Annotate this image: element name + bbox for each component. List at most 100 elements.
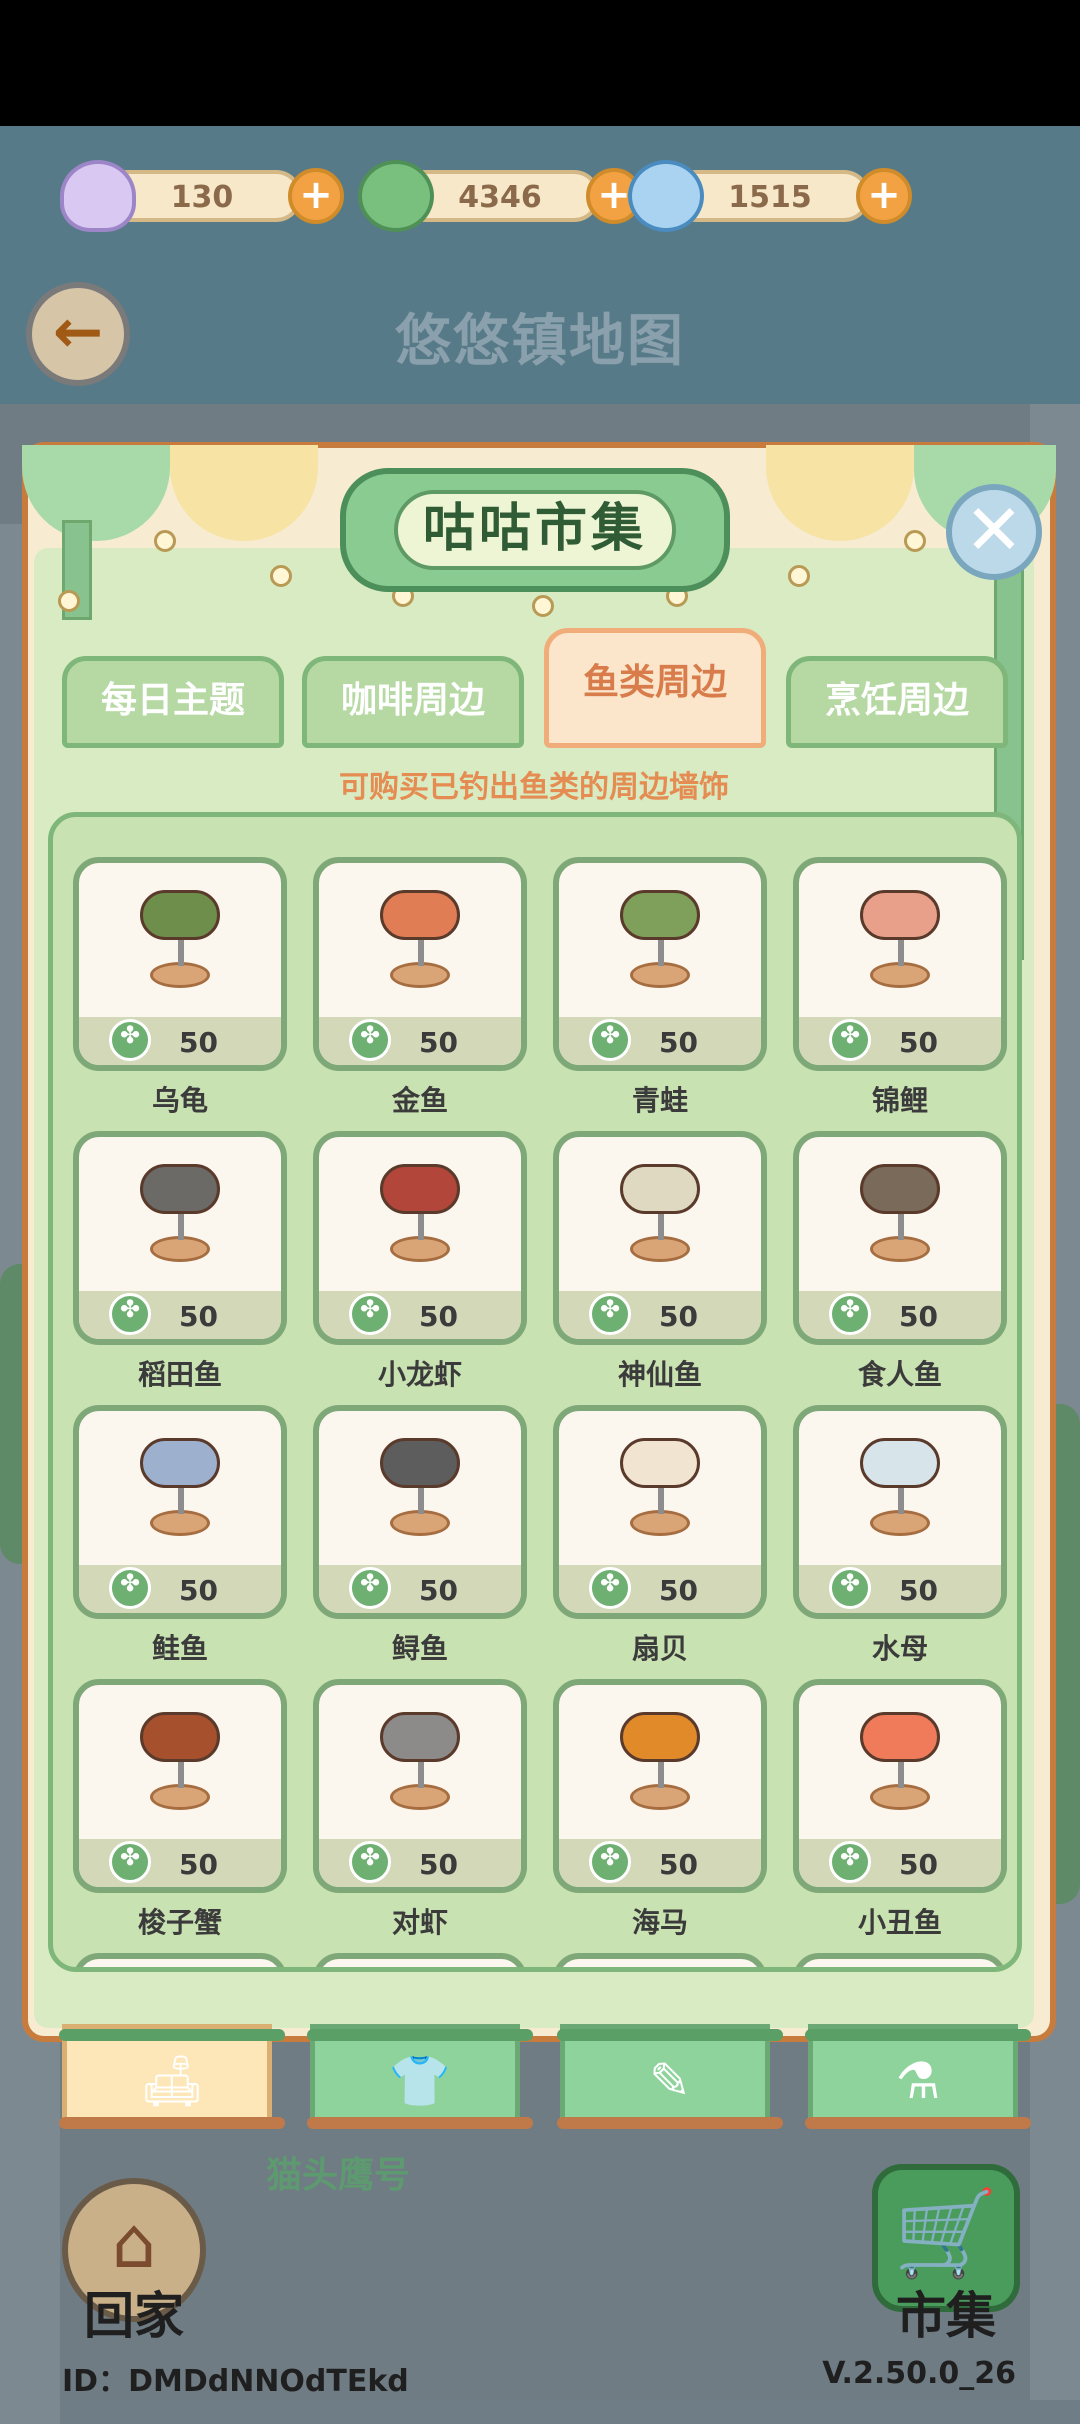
clover-icon: [358, 160, 434, 232]
shop-item[interactable]: 50 小丑鱼: [793, 1679, 1007, 1953]
item-name: 乌龟: [151, 1084, 208, 1117]
tab-fish-goods[interactable]: 鱼类周边: [544, 628, 766, 748]
close-button[interactable]: ✕: [946, 484, 1042, 580]
item-card[interactable]: 50: [793, 1405, 1007, 1619]
tab-daily-theme[interactable]: 每日主题: [62, 656, 284, 748]
price-bar: 50: [79, 1839, 281, 1887]
item-card[interactable]: 50: [73, 857, 287, 1071]
shop-item[interactable]: 50 食人鱼: [793, 1131, 1007, 1405]
back-button[interactable]: ←: [26, 282, 130, 386]
price-bar: 50: [559, 1017, 761, 1065]
item-card[interactable]: 50: [313, 1131, 527, 1345]
shop-item[interactable]: 50 稻田鱼: [73, 1131, 287, 1405]
scroll-rod: [307, 2117, 533, 2129]
clover-icon: [829, 1293, 871, 1335]
shop-item[interactable]: 50 鲑鱼: [73, 1405, 287, 1679]
shop-item[interactable]: 50 金鱼: [313, 857, 527, 1131]
item-name: 锦鲤: [871, 1084, 928, 1117]
clover-icon: [349, 1567, 391, 1609]
item-card[interactable]: 50: [553, 1405, 767, 1619]
tab-cooking-goods[interactable]: 烹饪周边: [786, 656, 1008, 748]
price-bar: 50: [799, 1291, 1001, 1339]
scroll-rod: [557, 2117, 783, 2129]
item-card-partial[interactable]: [553, 1953, 767, 1967]
shop-item[interactable]: 50 锦鲤: [793, 857, 1007, 1131]
panel-subtitle: 可购买已钓出鱼类的周边墙饰: [339, 770, 729, 805]
item-name: 神仙鱼: [617, 1358, 702, 1391]
shop-item[interactable]: 50 乌龟: [73, 857, 287, 1131]
item-card[interactable]: 50: [73, 1405, 287, 1619]
shop-item[interactable]: 50 神仙鱼: [553, 1131, 767, 1405]
item-art: [110, 1430, 250, 1540]
shop-item[interactable]: 50 水母: [793, 1405, 1007, 1679]
shop-item[interactable]: 50 鲟鱼: [313, 1405, 527, 1679]
item-card[interactable]: 50: [553, 857, 767, 1071]
clover-icon: [829, 1019, 871, 1061]
item-card[interactable]: 50: [553, 1679, 767, 1893]
item-price: 50: [179, 1574, 218, 1607]
item-price: 50: [899, 1026, 938, 1059]
clover-icon: [829, 1567, 871, 1609]
bottle-icon: ⚗: [895, 2052, 941, 2110]
item-art: [350, 1156, 490, 1266]
item-figure: [860, 1164, 940, 1214]
home-label: 回家: [84, 2287, 184, 2345]
cart-icon: 🛒: [893, 2184, 999, 2282]
item-art: [590, 1704, 730, 1814]
item-card[interactable]: 50: [793, 1131, 1007, 1345]
bottom-tab-supplies[interactable]: ⚗: [805, 2024, 1031, 2129]
shop-item[interactable]: 50 扇贝: [553, 1405, 767, 1679]
item-name: 对虾: [391, 1906, 448, 1939]
item-card-partial[interactable]: [313, 1953, 527, 1967]
item-card-partial[interactable]: [793, 1953, 1007, 1967]
item-price: 50: [659, 1848, 698, 1881]
item-figure: [860, 890, 940, 940]
item-card[interactable]: 50: [313, 857, 527, 1071]
price-bar: 50: [799, 1017, 1001, 1065]
item-figure: [380, 1712, 460, 1762]
notepad-icon: ✎: [649, 2052, 691, 2110]
item-card[interactable]: 50: [73, 1131, 287, 1345]
item-price: 50: [419, 1574, 458, 1607]
item-card[interactable]: 50: [313, 1405, 527, 1619]
item-name: 食人鱼: [857, 1358, 942, 1391]
owl-ship-label[interactable]: 猫头鹰号: [266, 2146, 410, 2198]
swirl-icon: [628, 160, 704, 232]
item-figure: [140, 890, 220, 940]
scroll-rod: [307, 2029, 533, 2041]
item-price: 50: [899, 1848, 938, 1881]
shop-item[interactable]: 50 青蛙: [553, 857, 767, 1131]
item-name: 青蛙: [631, 1084, 688, 1117]
light-bulb: [58, 590, 80, 612]
shop-item[interactable]: 50 海马: [553, 1679, 767, 1953]
item-art: [350, 1430, 490, 1540]
item-art: [830, 1430, 970, 1540]
clover-icon: [349, 1293, 391, 1335]
bottom-tab-furniture[interactable]: 🛋: [59, 2024, 285, 2129]
item-card[interactable]: 50: [793, 1679, 1007, 1893]
shop-item[interactable]: 50 小龙虾: [313, 1131, 527, 1405]
item-art: [590, 1156, 730, 1266]
shop-item[interactable]: 50 梭子蟹: [73, 1679, 287, 1953]
bottom-tab-notes[interactable]: ✎: [557, 2024, 783, 2129]
item-card-partial[interactable]: [73, 1953, 287, 1967]
item-card[interactable]: 50: [793, 857, 1007, 1071]
shop-item[interactable]: 50 对虾: [313, 1679, 527, 1953]
tab-coffee-goods[interactable]: 咖啡周边: [302, 656, 524, 748]
item-name: 稻田鱼: [137, 1358, 222, 1391]
item-card[interactable]: 50: [553, 1131, 767, 1345]
item-card[interactable]: 50: [73, 1679, 287, 1893]
bottom-tab-clothing[interactable]: 👕: [307, 2024, 533, 2129]
item-art: [110, 882, 250, 992]
light-bulb: [532, 595, 554, 617]
price-bar: 50: [319, 1291, 521, 1339]
add-swirl-button[interactable]: +: [856, 168, 912, 224]
item-card[interactable]: 50: [313, 1679, 527, 1893]
clover-icon: [109, 1841, 151, 1883]
add-shell-button[interactable]: +: [288, 168, 344, 224]
item-name: 海马: [631, 1906, 688, 1939]
clover-icon: [349, 1841, 391, 1883]
item-figure: [860, 1438, 940, 1488]
item-price: 50: [899, 1574, 938, 1607]
item-figure: [140, 1438, 220, 1488]
